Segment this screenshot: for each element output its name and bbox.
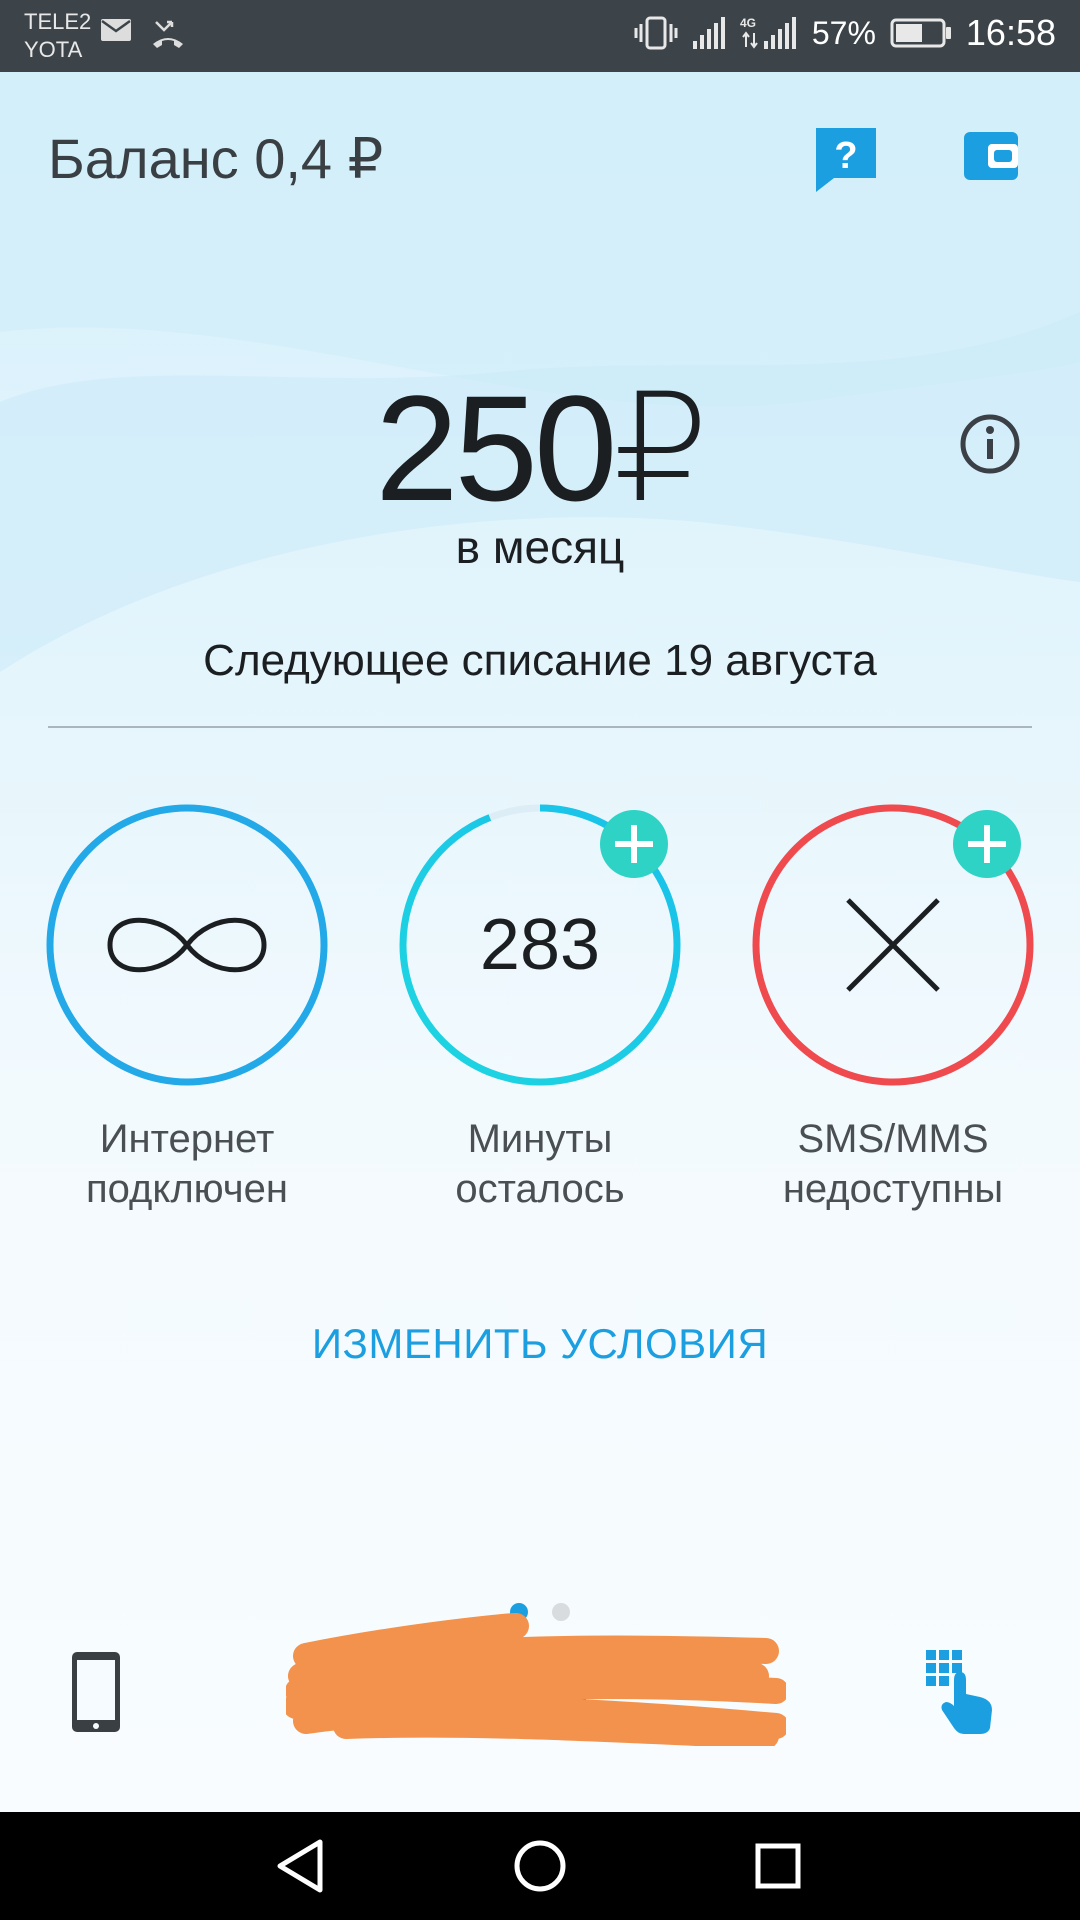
battery-icon	[890, 18, 951, 48]
status-bar: TELE2 YOTA 4G 57% 16:58	[0, 0, 1080, 72]
tariff-price: 250₽	[375, 364, 709, 532]
carrier-2: YOTA	[24, 37, 83, 62]
add-minutes-button[interactable]	[600, 810, 668, 878]
clock: 16:58	[965, 12, 1056, 53]
change-terms-link[interactable]: ИЗМЕНИТЬ УСЛОВИЯ	[0, 1320, 1080, 1368]
redaction-scribble	[286, 1613, 786, 1746]
svg-text:?: ?	[834, 135, 857, 177]
battery-percent: 57%	[811, 14, 876, 51]
internet-label: Интернет подключен	[86, 1117, 288, 1211]
infinity-icon	[107, 917, 267, 973]
signal-4g-icon: 4G	[740, 16, 796, 49]
sms-label: SMS/MMS недоступны	[782, 1117, 1004, 1211]
mail-icon	[101, 19, 131, 41]
missed-call-icon	[153, 20, 183, 48]
minutes-label: Минуты осталось	[455, 1117, 625, 1211]
minutes-gauge[interactable]: 283	[395, 800, 685, 1090]
wallet-icon[interactable]	[962, 130, 1020, 182]
next-charge-date: Следующее списание 19 августа	[203, 636, 877, 685]
recents-icon[interactable]	[746, 1834, 810, 1898]
balance-title: Баланс 0,4 ₽	[48, 127, 384, 190]
internet-gauge[interactable]	[42, 800, 332, 1090]
tariff-period: в месяц	[455, 521, 625, 573]
dialpad-icon[interactable]	[920, 1644, 1000, 1736]
sms-gauge[interactable]	[748, 800, 1038, 1090]
help-icon[interactable]: ?	[814, 126, 878, 194]
info-icon[interactable]	[958, 412, 1022, 476]
home-icon[interactable]	[508, 1834, 572, 1898]
phone-icon[interactable]	[70, 1650, 122, 1734]
back-icon[interactable]	[270, 1834, 334, 1898]
vibrate-icon	[634, 16, 678, 50]
carrier-names: TELE2 YOTA	[24, 8, 91, 64]
carrier-1: TELE2	[24, 9, 92, 34]
add-sms-button[interactable]	[953, 810, 1021, 878]
signal-icon	[692, 17, 725, 49]
divider	[48, 726, 1032, 728]
network-type: 4G	[740, 16, 756, 30]
navigation-bar	[0, 1812, 1080, 1920]
